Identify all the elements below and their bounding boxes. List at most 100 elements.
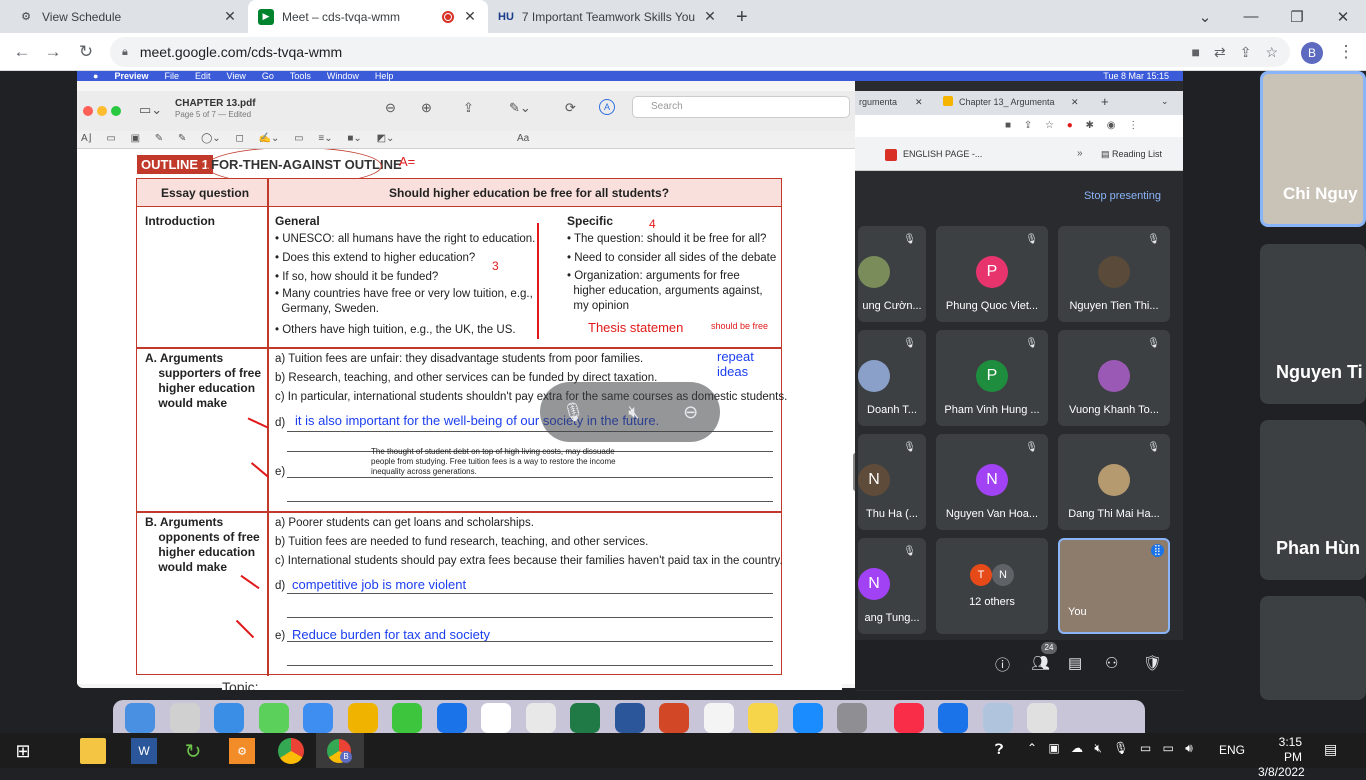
mic-muted-icon: ⣿ [1150, 544, 1164, 557]
menu-icon[interactable]: ⋮ [1334, 40, 1358, 64]
share-icon[interactable]: ⇪ [1240, 44, 1252, 61]
maximize-button[interactable]: ❐ [1274, 0, 1320, 33]
info-icon[interactable]: ⓘ [995, 654, 1010, 675]
participant-name: Nguyen Van Hoa... [945, 508, 1039, 520]
participant-tile[interactable]: 🎙︎ N Nguyen Van Hoa... [936, 434, 1048, 530]
participant-tile[interactable]: 🎙︎ P Phung Quoc Viet... [936, 226, 1048, 322]
notification-icon[interactable]: ▤ [1324, 741, 1337, 758]
forward-icon[interactable]: → [41, 40, 65, 64]
participant-name: ung Cườn... [862, 300, 922, 312]
participant-name: Phan Hùn [1276, 538, 1360, 558]
word-icon[interactable]: W [131, 738, 157, 764]
general-label: General [275, 214, 320, 228]
avatar: N [976, 464, 1008, 496]
chrome-icon[interactable] [278, 738, 304, 764]
stop-presenting-button[interactable]: Stop presenting [1084, 190, 1161, 202]
app-icon[interactable]: ↻ [180, 738, 206, 764]
host-controls-icon[interactable]: 🛡︎ [1143, 654, 1162, 672]
outline-label: OUTLINE 1 [137, 155, 213, 174]
preview-search: Search [632, 96, 850, 118]
participant-tile[interactable]: 🎙︎ Doanh T... [858, 330, 926, 426]
back-icon[interactable]: ← [10, 40, 34, 64]
general-item: • Many countries have free or very low t… [275, 288, 533, 315]
reading-list: ▤ Reading List [1101, 149, 1163, 159]
participant-tile[interactable]: ⣿ You [1058, 538, 1170, 634]
url-text[interactable]: meet.google.com/cds-tvqa-wmm [140, 44, 342, 60]
remove-icon[interactable]: ⊖ [683, 402, 698, 423]
ink-tick [240, 574, 260, 590]
mic-muted-icon: 🎙︎ [903, 546, 916, 557]
participant-tile-large[interactable]: Nguyen Ti [1260, 244, 1366, 404]
language-indicator[interactable]: ENG [1219, 743, 1245, 757]
bookmark-star-icon[interactable]: ☆ [1265, 44, 1278, 61]
tab-teamwork[interactable]: HU 7 Important Teamwork Skills You ✕ [488, 0, 728, 33]
activities-icon[interactable]: ⚇ [1105, 654, 1118, 672]
file-explorer-icon[interactable] [80, 738, 106, 764]
profile-badge: B [340, 751, 352, 763]
essay-question: Should higher education be free for all … [389, 186, 670, 200]
lock-icon: 🔒︎ [122, 45, 128, 58]
participant-tile-large[interactable]: Phan Hùn [1260, 420, 1366, 580]
meet-controls: ⓘ 👥︎ 24 ▤ ⚇ 🛡︎ [855, 640, 1183, 690]
participant-tile[interactable]: 🎙︎ ung Cườn... [858, 226, 926, 322]
translate-icon[interactable]: ⇄ [1214, 44, 1226, 61]
markup-tools-icon: A⌋ ▭ ▣ ✎ ✎ ◯⌄ ◻ ✍⌄ ▭ ≡⌄ ■⌄ ◩⌄ [81, 133, 395, 144]
pinned-tile[interactable]: Chi Nguy [1260, 71, 1366, 227]
participant-tile[interactable]: 🎙︎ Nang Tung... [858, 538, 926, 634]
presenter-controls-overlay[interactable]: 🎙︎ 🔇︎ ⊖ [540, 382, 720, 442]
tab-search-icon[interactable]: ⌄ [1182, 0, 1228, 33]
tab-view-schedule[interactable]: ⚙ View Schedule ✕ [8, 0, 248, 33]
appstore-dock-icon [792, 703, 823, 733]
new-tab-button[interactable]: + [736, 6, 748, 29]
system-tray-icons[interactable]: ⌃ ▣ ☁ 🔇︎ 🎙︎ ▭ ▭ 🔊︎ [1027, 741, 1193, 756]
participant-tile[interactable]: 🎙︎ P Pham Vinh Hung ... [936, 330, 1048, 426]
menu-item: Preview [114, 71, 149, 81]
mic-muted-icon: 🎙︎ [1147, 338, 1160, 349]
close-icon[interactable]: ✕ [702, 8, 718, 25]
answer-line [287, 593, 773, 594]
participant-tile[interactable]: 🎙︎ Vuong Khanh To... [1058, 330, 1170, 426]
participant-tile[interactable]: 🎙︎ Nguyen Tien Thi... [1058, 226, 1170, 322]
profile-avatar[interactable]: B [1301, 42, 1323, 64]
close-icon[interactable]: ✕ [462, 8, 478, 25]
help-icon[interactable]: ❓︎ [995, 741, 1003, 758]
participant-tile[interactable]: T N 12 others [936, 538, 1048, 634]
answer-line [287, 617, 773, 618]
clock[interactable]: 3:15 PM 3/8/2022 [1258, 735, 1305, 780]
handwritten-answer: competitive job is more violent [292, 577, 467, 592]
people-icon[interactable]: 👥︎ [1031, 654, 1050, 672]
notes-dock-icon [748, 703, 778, 733]
camera-icon[interactable]: ■ [1192, 44, 1200, 60]
minimize-button[interactable]: — [1228, 0, 1274, 33]
finder-dock-icon [125, 703, 155, 733]
omnibox[interactable]: 🔒︎ meet.google.com/cds-tvqa-wmm ■ ⇄ ⇪ ☆ [110, 37, 1290, 67]
pdf-app-icon[interactable]: ⚙ [229, 738, 255, 764]
windows-start-icon[interactable]: ⊞ [10, 738, 36, 764]
reminders-dock-icon [703, 703, 734, 733]
preview-toolbar: ▭⌄ CHAPTER 13.pdf Page 5 of 7 — Edited ⊖… [77, 91, 862, 131]
close-window-button[interactable]: ✕ [1320, 0, 1366, 33]
reload-icon[interactable]: ↻ [74, 40, 98, 64]
menu-item: Edit [194, 71, 211, 81]
people-count-badge: 24 [1041, 642, 1057, 654]
chat-icon[interactable]: ▤ [1068, 654, 1082, 672]
handwritten-answer: Reduce burden for tax and society [292, 627, 491, 642]
participant-tile[interactable]: 🎙︎ N Thu Ha (... [858, 434, 926, 530]
zalo2-dock-icon [938, 703, 968, 733]
participant-name: Pham Vinh Hung ... [944, 404, 1040, 416]
specific-label: Specific [567, 214, 614, 228]
volume-off-icon[interactable]: 🔇︎ [628, 402, 639, 423]
mac-menu-bar: ● Preview File Edit View Go Tools Window… [77, 71, 1183, 81]
tab-meet[interactable]: ▶ Meet – cds-tvqa-wmm ✕ [248, 0, 488, 33]
rotate-icon: ⟳ [565, 100, 576, 115]
participant-tile-large[interactable] [1260, 596, 1366, 700]
sectionA-label: A. Arguments supporters of free higher e… [145, 351, 262, 410]
topic-label: Topic: [222, 678, 842, 690]
schedule-icon: ⚙ [21, 11, 31, 23]
avatar: T [970, 564, 992, 586]
participant-tile[interactable]: 🎙︎ Dang Thi Mai Ha... [1058, 434, 1170, 530]
close-icon[interactable]: ✕ [222, 8, 238, 25]
mic-off-icon[interactable]: 🎙︎ [562, 402, 585, 423]
active-taskbar-item[interactable]: B [316, 733, 364, 768]
shared-browser-tabs: rgumenta ✕ Chapter 13_ Argumenta ✕ + ⌄ [855, 91, 1183, 115]
